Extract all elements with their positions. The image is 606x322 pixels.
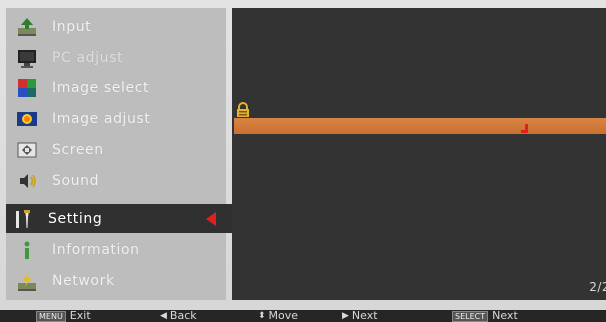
network-icon xyxy=(16,270,38,292)
menu-item-label: Image adjust xyxy=(52,110,151,127)
menu-key-badge: MENU xyxy=(36,310,66,322)
back-hint: ◀ Back xyxy=(160,310,197,322)
menu-item-input[interactable]: Input xyxy=(10,12,222,41)
menu-item-label: Network xyxy=(52,272,115,289)
main-menu-sidebar: Input PC adjust Image select Image adjus… xyxy=(6,8,240,300)
pc-adjust-icon xyxy=(16,47,38,69)
cursor-pointer-icon xyxy=(519,120,531,133)
menu-item-label: PC adjust xyxy=(52,49,124,66)
sound-icon xyxy=(16,170,38,192)
next-label: Next xyxy=(351,309,378,322)
menu-item-information[interactable]: Information xyxy=(10,235,222,264)
select-next-label: Next xyxy=(492,309,518,322)
up-down-arrow-icon: ⬍ xyxy=(258,311,266,321)
menu-item-image-adjust[interactable]: Image adjust xyxy=(10,104,222,133)
menu-item-screen[interactable]: Screen xyxy=(10,135,222,164)
select-key-badge: SELECT xyxy=(452,310,489,322)
lock-icon xyxy=(236,102,250,118)
menu-item-sound[interactable]: Sound xyxy=(10,166,222,195)
left-arrow-icon: ◀ xyxy=(160,311,167,321)
exit-hint: MENU Exit xyxy=(36,310,91,322)
next-hint: ▶ Next xyxy=(342,310,378,322)
footer-hint-bar: MENU Exit ◀ Back ⬍ Move ▶ Next SELECT Ne… xyxy=(0,310,606,322)
move-hint: ⬍ Move xyxy=(258,310,298,322)
menu-item-label: Sound xyxy=(52,172,100,189)
select-next-hint: SELECT Next xyxy=(452,310,518,322)
back-label: Back xyxy=(169,309,197,322)
exit-label: Exit xyxy=(69,309,91,322)
menu-item-pc-adjust[interactable]: PC adjust xyxy=(10,43,222,72)
menu-item-label: Information xyxy=(52,241,140,258)
menu-item-label: Input xyxy=(52,18,92,35)
move-label: Move xyxy=(268,309,299,322)
menu-item-label: Image select xyxy=(52,79,150,96)
selected-submenu-row[interactable] xyxy=(234,118,606,134)
menu-item-network[interactable]: Network xyxy=(10,266,222,295)
menu-item-label: Screen xyxy=(52,141,104,158)
menu-item-setting[interactable]: Setting xyxy=(6,204,240,233)
page-indicator: 2/2 xyxy=(589,280,606,294)
image-select-icon xyxy=(16,77,38,99)
setting-icon xyxy=(12,208,34,230)
input-icon xyxy=(16,16,38,38)
selection-arrow-icon xyxy=(206,212,216,226)
menu-item-label: Setting xyxy=(48,210,103,227)
screen-icon xyxy=(16,139,38,161)
setting-submenu-panel: 2/2 xyxy=(232,8,606,300)
information-icon xyxy=(16,239,38,261)
image-adjust-icon xyxy=(16,108,38,130)
projector-menu-screen: Input PC adjust Image select Image adjus… xyxy=(0,0,606,310)
right-arrow-icon: ▶ xyxy=(342,311,349,321)
menu-item-image-select[interactable]: Image select xyxy=(10,73,222,102)
